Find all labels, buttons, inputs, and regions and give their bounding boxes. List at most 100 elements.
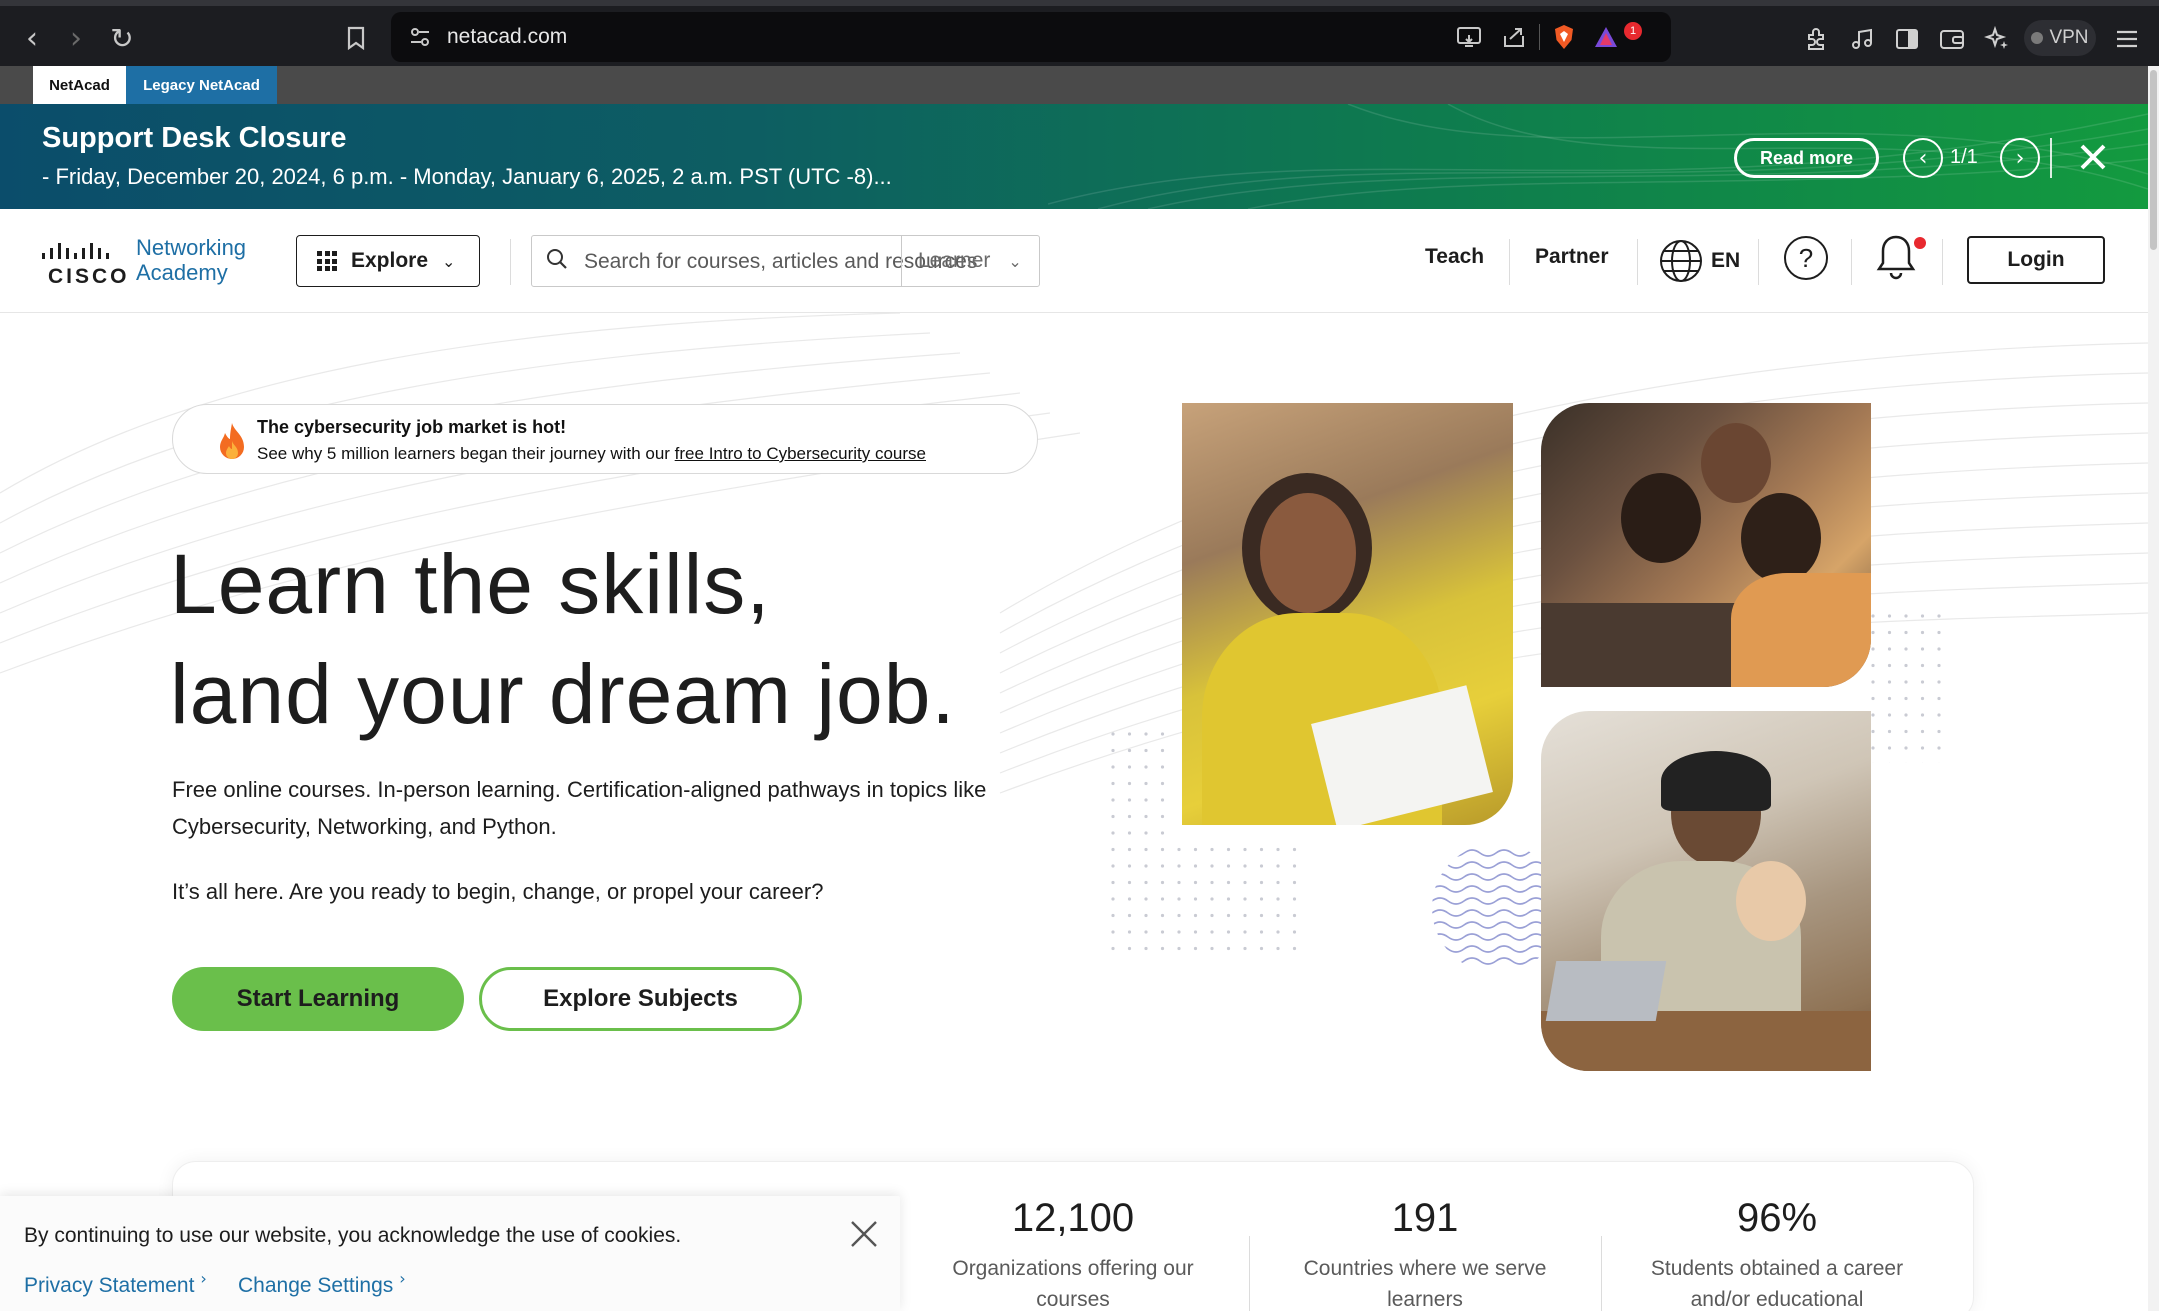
share-icon[interactable]: [1499, 22, 1529, 52]
scrollbar-thumb[interactable]: [2150, 70, 2157, 250]
vpn-button[interactable]: VPN: [2024, 20, 2096, 56]
stat-value: 96%: [1736, 1196, 1818, 1240]
banner-subtitle: - Friday, December 20, 2024, 6 p.m. - Mo…: [42, 164, 892, 189]
help-icon[interactable]: ?: [1784, 236, 1828, 280]
logo-line1: Networking: [136, 235, 247, 260]
explore-label: Explore: [351, 249, 429, 272]
notification-dot: [1914, 237, 1926, 249]
explore-subjects-button[interactable]: Explore Subjects: [479, 967, 802, 1031]
reload-icon[interactable]: ↻: [104, 20, 140, 56]
start-learning-button[interactable]: Start Learning: [172, 967, 464, 1031]
url-text: netacad.com: [447, 25, 568, 48]
settings-label: Change Settings: [238, 1274, 394, 1297]
search-input[interactable]: Search for courses, articles and resourc…: [531, 235, 1040, 287]
cisco-networking-academy-logo[interactable]: CISCO Networking Academy: [42, 235, 282, 291]
tab-legacy-netacad[interactable]: Legacy NetAcad: [126, 66, 277, 104]
logo-cisco-text: CISCO: [48, 265, 130, 288]
privacy-statement-link[interactable]: Privacy Statement ›: [24, 1269, 207, 1298]
read-more-button[interactable]: Read more: [1734, 138, 1879, 178]
hero-headline: Learn the skills, land your dream job.: [170, 529, 956, 749]
explore-button[interactable]: Explore ⌄: [296, 235, 480, 287]
stat-label-line: Students obtained a career: [1650, 1257, 1904, 1280]
flame-icon: [220, 423, 244, 459]
cookie-close-icon[interactable]: [848, 1218, 880, 1250]
hero-section: The cybersecurity job market is hot! See…: [0, 313, 2148, 1311]
banner-next-icon[interactable]: ›: [2000, 138, 2040, 178]
page-scrollbar[interactable]: [2148, 66, 2159, 1311]
stat-label: Organizations offering our courses: [913, 1253, 1233, 1311]
header-divider: [1758, 239, 1759, 285]
banner-prev-icon[interactable]: ‹: [1903, 138, 1943, 178]
stat-label-line: Countries where we serve: [1303, 1257, 1547, 1280]
chevron-right-icon: ›: [399, 1269, 406, 1288]
promo-body: See why 5 million learners began their j…: [257, 444, 675, 463]
tab-netacad[interactable]: NetAcad: [33, 66, 126, 104]
promo-title: The cybersecurity job market is hot!: [257, 417, 567, 437]
cybersecurity-course-link[interactable]: free Intro to Cybersecurity course: [675, 444, 926, 463]
back-icon[interactable]: ‹: [14, 20, 50, 56]
decorative-dots: [1870, 613, 1950, 763]
cookie-banner: By continuing to use our website, you ac…: [0, 1196, 900, 1311]
site-switcher: NetAcad Legacy NetAcad: [0, 66, 2148, 104]
stat-label-line: and/or educational: [1690, 1288, 1864, 1311]
brave-rewards-icon[interactable]: [1591, 22, 1621, 52]
description-line2: Cybersecurity, Networking, and Python.: [172, 814, 557, 839]
hero-photo-woman-smiling: [1182, 403, 1513, 825]
banner-decoration: [1048, 104, 2148, 209]
sidebar-icon[interactable]: [1890, 22, 1924, 56]
leo-ai-icon[interactable]: [1980, 22, 2014, 56]
announcement-banner: Support Desk Closure - Friday, December …: [0, 104, 2148, 209]
login-button[interactable]: Login: [1967, 236, 2105, 284]
stat-value: 191: [1391, 1196, 1459, 1240]
change-settings-link[interactable]: Change Settings ›: [238, 1269, 406, 1298]
banner-title: Support Desk Closure: [42, 122, 347, 154]
logo-line2: Academy: [136, 260, 228, 285]
site-settings-icon[interactable]: [405, 22, 435, 52]
forward-icon[interactable]: ›: [58, 20, 94, 56]
header-divider: [1637, 239, 1638, 285]
promo-pill: The cybersecurity job market is hot! See…: [172, 404, 1038, 474]
headline-line2: land your dream job.: [170, 647, 956, 741]
language-code: EN: [1711, 249, 1741, 272]
header-divider: [1509, 239, 1510, 285]
hero-question: It’s all here. Are you ready to begin, c…: [172, 879, 824, 904]
grid-icon: [317, 251, 337, 271]
cast-icon[interactable]: [1454, 22, 1484, 52]
stat-label: Students obtained a career and/or educat…: [1617, 1253, 1937, 1311]
chevron-right-icon: ›: [200, 1269, 207, 1288]
chevron-down-icon: ⌄: [442, 251, 456, 271]
stat-label-line: Organizations offering our: [952, 1257, 1194, 1280]
privacy-label: Privacy Statement: [24, 1274, 195, 1297]
browser-toolbar: ‹ › ↻ netacad.com 1 VPN: [0, 0, 2159, 66]
wallet-icon[interactable]: [1935, 22, 1969, 56]
cisco-bars-icon: [42, 243, 109, 259]
banner-pager: 1/1: [1950, 146, 1978, 168]
extensions-icon[interactable]: [1800, 22, 1834, 56]
search-scope-select[interactable]: Learner ⌄: [901, 236, 1039, 286]
header-divider: [1851, 239, 1852, 285]
banner-divider: [2050, 138, 2052, 178]
teach-link[interactable]: Teach: [1425, 245, 1484, 269]
notification-bell-icon[interactable]: [1874, 233, 1918, 283]
header-divider: [510, 239, 511, 285]
partner-link[interactable]: Partner: [1535, 245, 1609, 269]
hero-description: Free online courses. In-person learning.…: [172, 771, 1092, 845]
header-divider: [1942, 239, 1943, 285]
hero-photo-father-child: [1541, 711, 1871, 1071]
hero-photo-group-laptop: [1541, 403, 1871, 687]
address-divider: [1539, 24, 1540, 50]
chevron-down-icon: ⌄: [1008, 251, 1022, 271]
language-selector[interactable]: EN: [1659, 235, 1740, 287]
bookmark-icon[interactable]: [338, 20, 374, 56]
rewards-badge: 1: [1624, 22, 1642, 40]
menu-icon[interactable]: [2110, 22, 2144, 56]
stat-divider: [1249, 1236, 1250, 1311]
brave-shield-icon[interactable]: [1549, 22, 1579, 52]
vpn-label: VPN: [2049, 27, 2089, 48]
banner-close-icon[interactable]: [2070, 134, 2116, 180]
search-icon: [546, 248, 572, 274]
music-icon[interactable]: [1846, 22, 1880, 56]
search-scope-value: Learner: [918, 249, 991, 272]
address-bar[interactable]: netacad.com 1: [391, 12, 1671, 62]
stat-label: Countries where we serve learners: [1265, 1253, 1585, 1311]
